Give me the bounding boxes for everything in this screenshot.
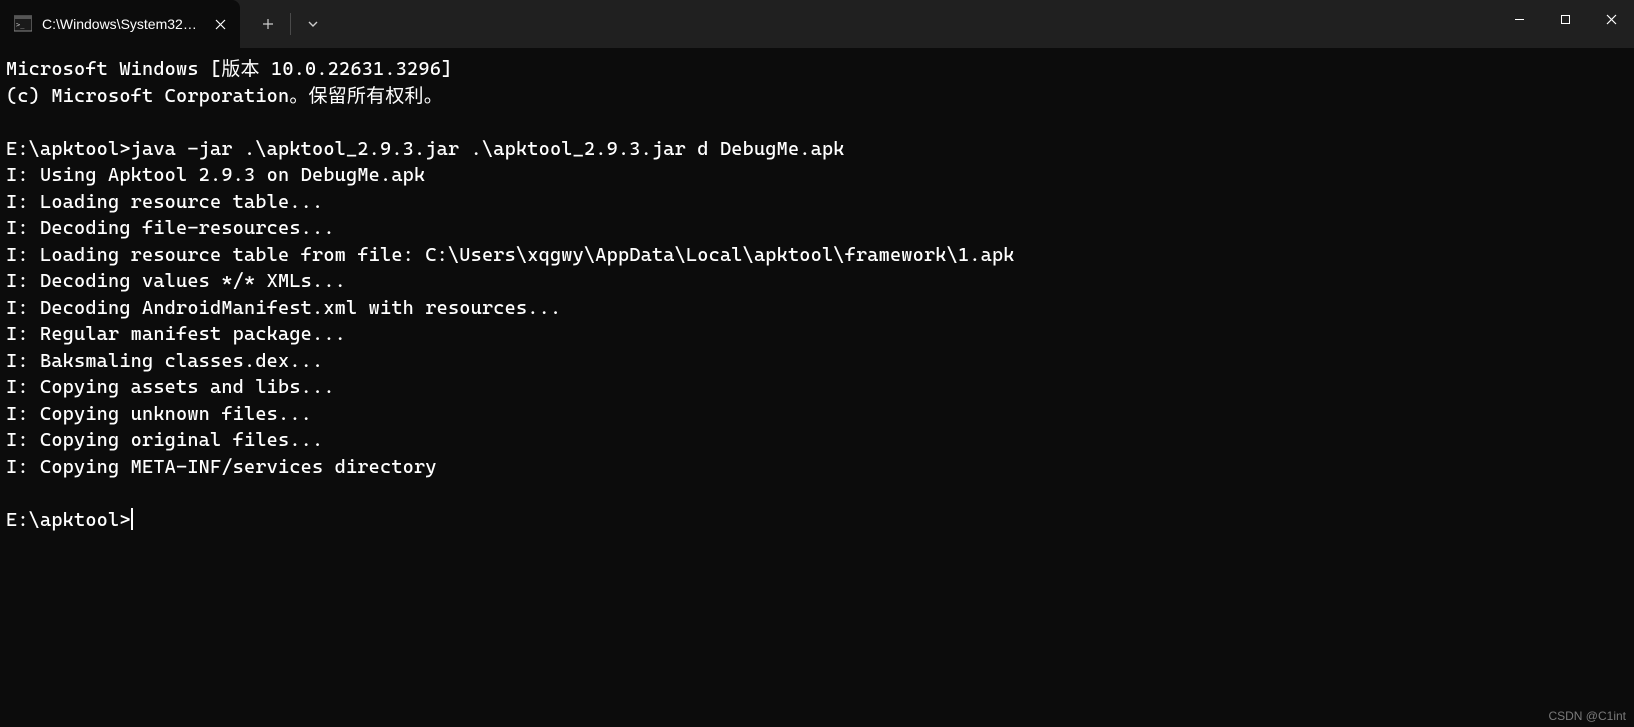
tab-actions bbox=[240, 0, 333, 48]
window-controls bbox=[1496, 0, 1634, 38]
tab-divider bbox=[290, 13, 291, 35]
titlebar: >_ C:\Windows\System32\cmd.e bbox=[0, 0, 1634, 48]
tab-title: C:\Windows\System32\cmd.e bbox=[42, 16, 200, 32]
svg-text:>_: >_ bbox=[16, 21, 25, 29]
new-tab-button[interactable] bbox=[250, 6, 286, 42]
terminal-output[interactable]: Microsoft Windows [版本 10.0.22631.3296] (… bbox=[0, 48, 1634, 541]
maximize-button[interactable] bbox=[1542, 0, 1588, 38]
minimize-button[interactable] bbox=[1496, 0, 1542, 38]
cmd-icon: >_ bbox=[14, 15, 32, 33]
tab-close-button[interactable] bbox=[210, 14, 230, 34]
watermark: CSDN @C1int bbox=[1548, 709, 1626, 723]
close-button[interactable] bbox=[1588, 0, 1634, 38]
active-tab[interactable]: >_ C:\Windows\System32\cmd.e bbox=[0, 0, 240, 48]
tab-dropdown-button[interactable] bbox=[295, 6, 331, 42]
